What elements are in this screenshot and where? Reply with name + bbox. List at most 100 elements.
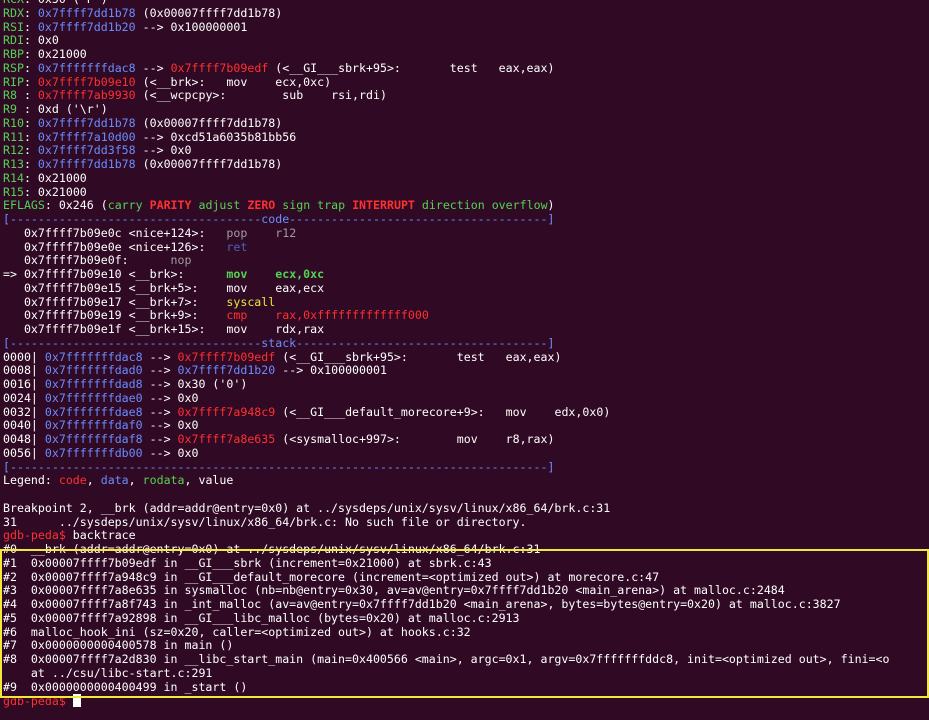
terminal-text: R8 <box>3 89 17 103</box>
text-cursor[interactable] <box>72 694 81 708</box>
terminal-text: PARITY <box>149 199 192 213</box>
terminal-text: 0x7ffff7b09e10 <box>37 75 136 89</box>
terminal-text: : <box>23 158 38 171</box>
terminal-text: 0040| <box>3 419 45 433</box>
terminal-text: (<__wcpcpy>: sub rsi,rdi) <box>135 89 387 103</box>
terminal-text: 0008| <box>3 364 45 378</box>
terminal-text: 0x7ffff7b09e19 <__brk+9>: <box>3 309 227 323</box>
prompt-line[interactable]: gdb-peda$ <box>3 694 929 708</box>
terminal-text: #8 0x00007ffff7a2d830 in __libc_start_ma… <box>3 653 890 666</box>
terminal-line: #7 0x0000000000400578 in main () <box>3 639 929 653</box>
terminal-line: #6 malloc_hook_ini (sz=0x20, caller=<opt… <box>3 626 929 640</box>
terminal-line: R9 : 0xd ('\r') <box>3 103 929 117</box>
terminal-text: #9 0x0000000000400499 in _start () <box>3 680 248 694</box>
terminal-text: : <box>23 20 38 34</box>
terminal-text: 0x7ffff7b09edf <box>170 61 269 75</box>
terminal-text: rodata <box>142 474 185 488</box>
terminal-text: nop <box>170 254 192 268</box>
terminal-text: EFLAGS <box>3 199 45 213</box>
terminal-text: --> 0x100000001 <box>135 20 248 34</box>
terminal-text: : <box>23 116 38 130</box>
terminal-text: 0x7ffff7b09e0f: <box>3 254 171 268</box>
terminal-text: 0x7ffff7dd1b78 <box>37 116 136 130</box>
terminal-text: 0x7fffffffdae0 <box>44 391 143 405</box>
terminal-line: 0008| 0x7fffffffdad0 --> 0x7ffff7dd1b20 … <box>3 364 929 378</box>
terminal-text: --> 0xcd51a6035b81bb56 <box>135 130 297 144</box>
terminal-text: #2 0x00007ffff7a948c9 in __GI___default_… <box>3 570 660 584</box>
terminal-text: ) <box>547 199 555 213</box>
terminal-text: : 0xd ('\r') <box>16 103 108 116</box>
terminal-text: R13 <box>3 158 24 171</box>
terminal-text: : <box>23 75 38 89</box>
terminal-text: 0x7fffffffdad8 <box>44 378 143 391</box>
terminal-line: EFLAGS: 0x246 (carry PARITY adjust ZERO … <box>3 199 929 213</box>
gdb-prompt: gdb-peda$ <box>3 694 66 708</box>
terminal-line: at ../csu/libc-start.c:291 <box>3 667 929 681</box>
terminal-text: 0x7ffff7b09e17 <__brk+7>: <box>3 295 227 309</box>
terminal-line: RDI: 0x0 <box>3 34 929 48</box>
terminal-text: : 0x21000 <box>23 185 87 199</box>
terminal-line: 0032| 0x7fffffffdae8 --> 0x7ffff7a948c9 … <box>3 406 929 420</box>
terminal-text: 0x7ffff7b09e0e <nice+126>: <box>3 240 227 254</box>
terminal-text: 0x7ffff7b09e1f <__brk+15>: mov rdx,rax <box>3 323 325 336</box>
terminal-text: code <box>58 474 87 488</box>
terminal-line: #1 0x00007ffff7b09edf in __GI___sbrk (in… <box>3 557 929 571</box>
terminal-text: 0048| <box>3 433 45 446</box>
terminal-text: R15 <box>3 185 24 199</box>
terminal-text: --> <box>142 433 178 446</box>
terminal-text: => 0x7ffff7b09e10 <__brk>: <box>3 268 227 281</box>
terminal-line: R10: 0x7ffff7dd1b78 (0x00007ffff7dd1b78) <box>3 117 929 131</box>
terminal-text: 0x7ffff7a8e635 <box>177 433 276 446</box>
terminal-text: syscall <box>226 295 276 309</box>
terminal-line: 0x7ffff7b09e0c <nice+124>: pop r12 <box>3 227 929 241</box>
terminal-text: Breakpoint 2, __brk (addr=addr@entry=0x0… <box>3 501 611 515</box>
terminal-text: 0x7ffff7b09e0c <nice+124>: <box>3 226 227 240</box>
terminal-text: ret <box>226 240 248 254</box>
terminal-line: RIP: 0x7ffff7b09e10 (<__brk>: mov ecx,0x… <box>3 76 929 90</box>
terminal-line: 0040| 0x7fffffffdaf0 --> 0x0 <box>3 419 929 433</box>
terminal-text: : <box>23 130 38 144</box>
terminal-text: , value <box>184 474 234 488</box>
terminal-line: R14: 0x21000 <box>3 172 929 186</box>
terminal-text: : 0x50 ('P') <box>24 0 108 6</box>
terminal-text: : <box>16 89 38 103</box>
terminal-text: #0 __brk (addr=addr@entry=0x0) at ../sys… <box>3 543 541 556</box>
terminal-text: --> <box>135 61 171 75</box>
terminal-line: Legend: code, data, rodata, value <box>3 474 929 488</box>
terminal-text: 0x7fffffffdb00 <box>44 446 143 460</box>
terminal-text: --> 0x0 <box>135 144 192 158</box>
terminal-line: gdb-peda$ backtrace <box>3 529 929 543</box>
terminal-text: 0x7ffff7dd1b20 <box>37 20 136 34</box>
terminal-line: #0 __brk (addr=addr@entry=0x0) at ../sys… <box>3 543 929 557</box>
terminal-text: mov ecx,0xc <box>226 268 325 281</box>
terminal-line: 0x7ffff7b09e17 <__brk+7>: syscall <box>3 296 929 310</box>
terminal-text: at ../csu/libc-start.c:291 <box>3 666 213 680</box>
terminal-text: RCX <box>3 0 24 6</box>
terminal-line: RSP: 0x7fffffffdac8 --> 0x7ffff7b09edf (… <box>3 62 929 76</box>
terminal-text: pop r12 <box>226 226 297 240</box>
terminal-text: RDX <box>3 6 24 20</box>
terminal-line: #5 0x00007ffff7a92898 in __GI___libc_mal… <box>3 612 929 626</box>
terminal-line: RBP: 0x21000 <box>3 48 929 62</box>
terminal-line: R12: 0x7ffff7dd3f58 --> 0x0 <box>3 144 929 158</box>
terminal-text: #3 0x00007ffff7a8e635 in sysmalloc (nb=n… <box>3 584 785 598</box>
terminal-text: R12 <box>3 144 24 158</box>
terminal-text: 0x7ffff7ab9930 <box>37 89 136 103</box>
terminal-text: 0x7fffffffdaf0 <box>44 419 143 433</box>
terminal-line: #2 0x00007ffff7a948c9 in __GI___default_… <box>3 571 929 585</box>
terminal-text: : 0x21000 <box>23 171 87 185</box>
terminal-line: 0048| 0x7fffffffdaf8 --> 0x7ffff7a8e635 … <box>3 433 929 447</box>
terminal-text: backtrace <box>65 529 136 543</box>
terminal-text: 0x7ffff7dd1b78 <box>37 158 136 171</box>
terminal-text: gdb-peda$ <box>3 529 66 543</box>
terminal-text: [------------------------------------cod… <box>3 213 555 226</box>
terminal-line: 0016| 0x7fffffffdad8 --> 0x30 ('0') <box>3 378 929 392</box>
terminal-text: --> 0x0 <box>142 446 199 460</box>
terminal-text: R11 <box>3 130 24 144</box>
terminal-text: 0x7fffffffdac8 <box>37 61 136 75</box>
terminal-text: 0x7fffffffdad0 <box>44 364 143 378</box>
terminal-text: RSP <box>3 61 24 75</box>
terminal-text: 0032| <box>3 405 45 419</box>
terminal-text: overflow <box>491 199 548 213</box>
